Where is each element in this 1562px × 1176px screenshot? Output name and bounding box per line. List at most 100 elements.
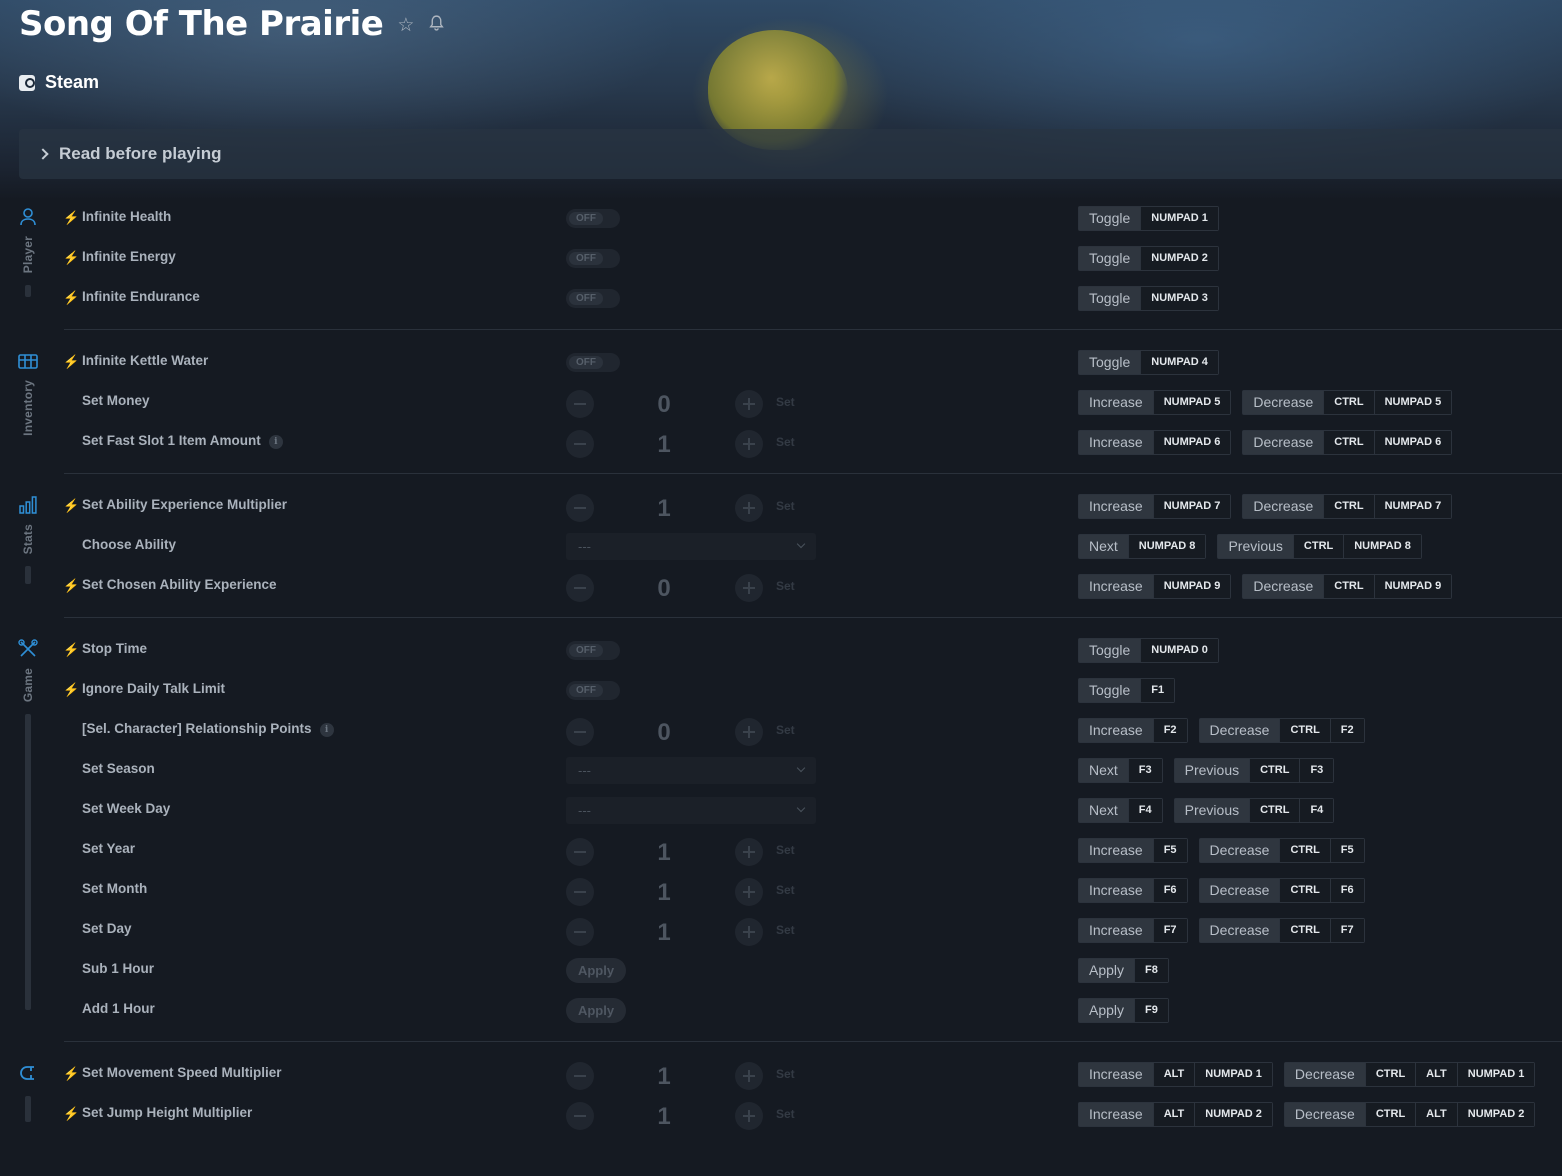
minus-icon[interactable]	[566, 1102, 594, 1130]
toggle-switch[interactable]: OFF	[566, 641, 620, 660]
hotkey-toggle[interactable]: Toggle NUMPAD 2	[1078, 246, 1219, 271]
hotkey-decrease[interactable]: Decrease CTRL NUMPAD 6	[1242, 430, 1453, 455]
plus-icon[interactable]	[735, 574, 763, 602]
hotkey-increase[interactable]: Increase ALT NUMPAD 2	[1078, 1102, 1273, 1127]
cheat-label: Set Money	[82, 393, 150, 408]
apply-button[interactable]: Apply	[566, 998, 626, 1023]
set-button[interactable]: Set	[776, 883, 795, 897]
hotkey-next[interactable]: Next F4	[1078, 798, 1163, 823]
hotkey-decrease[interactable]: Decrease CTRL F6	[1198, 878, 1365, 903]
minus-icon[interactable]	[566, 494, 594, 522]
hotkey-increase[interactable]: Increase NUMPAD 9	[1078, 574, 1232, 599]
select-dropdown[interactable]: ---	[566, 757, 816, 784]
minus-icon[interactable]	[566, 574, 594, 602]
hotkey-next[interactable]: Next F3	[1078, 758, 1163, 783]
plus-icon[interactable]	[735, 494, 763, 522]
stepper-value[interactable]: 1	[626, 431, 702, 459]
stepper-value[interactable]: 1	[626, 879, 702, 907]
plus-icon[interactable]	[735, 430, 763, 458]
stepper-value[interactable]: 1	[626, 1063, 702, 1091]
lightning-icon: ⚡	[63, 642, 80, 657]
toggle-switch[interactable]: OFF	[566, 353, 620, 372]
minus-icon[interactable]	[566, 918, 594, 946]
value-stepper: 1 Set	[566, 430, 816, 459]
minus-icon[interactable]	[566, 718, 594, 746]
set-button[interactable]: Set	[776, 579, 795, 593]
hotkey-toggle[interactable]: Toggle NUMPAD 3	[1078, 286, 1219, 311]
hotkey-decrease[interactable]: Decrease CTRL ALT NUMPAD 2	[1283, 1102, 1536, 1127]
plus-icon[interactable]	[735, 838, 763, 866]
stepper-value[interactable]: 0	[626, 575, 702, 603]
read-before-playing-toggle[interactable]: Read before playing	[19, 129, 1562, 179]
minus-icon[interactable]	[566, 1062, 594, 1090]
hotkey-apply[interactable]: Apply F8	[1078, 958, 1169, 983]
hotkey-key: NUMPAD 6	[1152, 431, 1231, 454]
hotkey-decrease[interactable]: Decrease CTRL F7	[1198, 918, 1365, 943]
plus-icon[interactable]	[735, 1102, 763, 1130]
hotkey-toggle[interactable]: Toggle NUMPAD 4	[1078, 350, 1219, 375]
toggle-switch[interactable]: OFF	[566, 289, 620, 308]
hotkey-toggle[interactable]: Toggle F1	[1078, 678, 1176, 703]
hotkey-increase[interactable]: Increase F7	[1078, 918, 1188, 943]
minus-icon[interactable]	[566, 430, 594, 458]
hotkey-apply[interactable]: Apply F9	[1078, 998, 1169, 1023]
hotkey-toggle[interactable]: Toggle NUMPAD 1	[1078, 206, 1219, 231]
set-button[interactable]: Set	[776, 435, 795, 449]
hotkey-toggle[interactable]: Toggle NUMPAD 0	[1078, 638, 1219, 663]
hotkey-previous[interactable]: Previous CTRL F4	[1173, 798, 1335, 823]
star-icon[interactable]: ☆	[397, 14, 414, 37]
stepper-value[interactable]: 1	[626, 919, 702, 947]
bell-icon[interactable]	[428, 14, 445, 37]
minus-icon[interactable]	[566, 390, 594, 418]
plus-icon[interactable]	[735, 718, 763, 746]
cheat-row-set-movement-speed-multiplier: ⚡ Set Movement Speed Multiplier 1 Set Increa…	[0, 1054, 1562, 1094]
plus-icon[interactable]	[735, 878, 763, 906]
hotkey-key: F9	[1134, 999, 1168, 1022]
select-dropdown[interactable]: ---	[566, 797, 816, 824]
plus-icon[interactable]	[735, 390, 763, 418]
hotkey-action: Decrease	[1199, 839, 1280, 862]
hotkey-decrease[interactable]: Decrease CTRL NUMPAD 7	[1242, 494, 1453, 519]
hotkey-action: Apply	[1079, 959, 1135, 982]
info-icon[interactable]: i	[319, 723, 334, 737]
hotkey-decrease[interactable]: Decrease CTRL F2	[1198, 718, 1365, 743]
hotkey-increase[interactable]: Increase NUMPAD 7	[1078, 494, 1232, 519]
stepper-value[interactable]: 1	[626, 1103, 702, 1131]
set-button[interactable]: Set	[776, 499, 795, 513]
hotkey-decrease[interactable]: Decrease CTRL NUMPAD 5	[1242, 390, 1453, 415]
hotkey-increase[interactable]: Increase F5	[1078, 838, 1188, 863]
hotkey-decrease[interactable]: Decrease CTRL NUMPAD 9	[1242, 574, 1453, 599]
toggle-switch[interactable]: OFF	[566, 681, 620, 700]
stepper-value[interactable]: 0	[626, 391, 702, 419]
stepper-value[interactable]: 1	[626, 495, 702, 523]
toggle-switch[interactable]: OFF	[566, 249, 620, 268]
plus-icon[interactable]	[735, 1062, 763, 1090]
hotkey-increase[interactable]: Increase ALT NUMPAD 1	[1078, 1062, 1273, 1087]
hotkey-increase[interactable]: Increase NUMPAD 5	[1078, 390, 1232, 415]
value-stepper: 1 Set	[566, 838, 816, 867]
minus-icon[interactable]	[566, 878, 594, 906]
hotkey-decrease[interactable]: Decrease CTRL ALT NUMPAD 1	[1283, 1062, 1536, 1087]
hotkey-increase[interactable]: Increase F2	[1078, 718, 1188, 743]
minus-icon[interactable]	[566, 838, 594, 866]
set-button[interactable]: Set	[776, 843, 795, 857]
hotkey-previous[interactable]: Previous CTRL F3	[1173, 758, 1335, 783]
hotkey-list: Toggle NUMPAD 4	[1078, 350, 1219, 375]
set-button[interactable]: Set	[776, 395, 795, 409]
stepper-value[interactable]: 1	[626, 839, 702, 867]
hotkey-previous[interactable]: Previous CTRL NUMPAD 8	[1217, 534, 1422, 559]
select-dropdown[interactable]: ---	[566, 533, 816, 560]
info-icon[interactable]: i	[268, 435, 283, 449]
hotkey-increase[interactable]: Increase F6	[1078, 878, 1188, 903]
set-button[interactable]: Set	[776, 923, 795, 937]
stepper-value[interactable]: 0	[626, 719, 702, 747]
set-button[interactable]: Set	[776, 1067, 795, 1081]
hotkey-increase[interactable]: Increase NUMPAD 6	[1078, 430, 1232, 455]
plus-icon[interactable]	[735, 918, 763, 946]
apply-button[interactable]: Apply	[566, 958, 626, 983]
set-button[interactable]: Set	[776, 1107, 795, 1121]
set-button[interactable]: Set	[776, 723, 795, 737]
hotkey-next[interactable]: Next NUMPAD 8	[1078, 534, 1207, 559]
hotkey-decrease[interactable]: Decrease CTRL F5	[1198, 838, 1365, 863]
toggle-switch[interactable]: OFF	[566, 209, 620, 228]
